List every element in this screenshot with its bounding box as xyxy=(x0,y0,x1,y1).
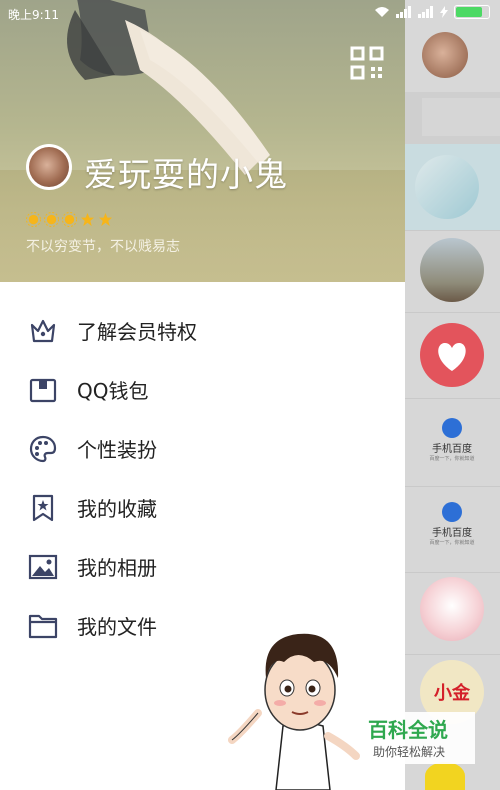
signature[interactable]: 不以穷变节，不以贱易志 xyxy=(26,236,180,256)
baidu-title: 手机百度 xyxy=(432,444,472,455)
app-root: 晚上9:11 爱玩耍的小鬼 不以穷变节，不以贱易志 了解会员特权 QQ钱包 个性… xyxy=(0,0,500,790)
signal-icon-2 xyxy=(418,6,433,18)
wifi-icon xyxy=(375,7,389,17)
sticker-text: 小金 xyxy=(434,683,470,704)
sun-icon xyxy=(62,212,77,227)
baidu-subtitle: 百度一下，你就知道 xyxy=(429,456,475,462)
avatar xyxy=(422,32,468,78)
list-item[interactable] xyxy=(405,312,500,399)
baidu-logo: 手机百度 百度一下，你就知道 xyxy=(419,418,485,462)
list-item[interactable] xyxy=(405,144,500,231)
baidu-title: 手机百度 xyxy=(432,528,472,539)
sun-icon xyxy=(26,212,41,227)
folder-icon xyxy=(28,614,58,638)
menu-item-label: 我的相册 xyxy=(77,556,157,580)
battery-icon xyxy=(454,5,490,19)
menu-item-label: 我的文件 xyxy=(77,615,157,639)
placeholder-block xyxy=(422,98,500,136)
menu-item-label: 个性装扮 xyxy=(77,438,157,462)
baidu-logo: 手机百度 百度一下，你就知道 xyxy=(419,502,485,546)
baidu-paw-icon xyxy=(442,502,462,522)
menu-item-wallet[interactable]: QQ钱包 xyxy=(0,360,405,419)
watermark: 百科全说 助你轻松解决 xyxy=(365,712,475,764)
menu-item-theme[interactable]: 个性装扮 xyxy=(0,419,405,478)
watermark-title: 百科全说 xyxy=(368,718,448,742)
menu-item-vip[interactable]: 了解会员特权 xyxy=(0,301,405,360)
wallet-icon xyxy=(29,378,57,402)
menu-item-label: 我的收藏 xyxy=(77,497,157,521)
signal-icon xyxy=(396,6,411,18)
chat-list-behind[interactable]: 手机百度 百度一下，你就知道 手机百度 百度一下，你就知道 小金 xyxy=(405,0,500,790)
avatar xyxy=(420,238,484,302)
avatar xyxy=(420,577,484,641)
bookmark-star-icon xyxy=(32,494,54,521)
level-stars[interactable] xyxy=(26,212,113,227)
list-item[interactable] xyxy=(405,572,500,655)
crown-icon xyxy=(30,319,56,342)
avatar-image xyxy=(29,147,69,187)
menu-item-album[interactable]: 我的相册 xyxy=(0,537,405,596)
list-item[interactable] xyxy=(405,230,500,313)
list-item[interactable] xyxy=(405,92,500,145)
profile-header[interactable]: 爱玩耍的小鬼 不以穷变节，不以贱易志 xyxy=(0,0,405,282)
avatar xyxy=(415,155,479,219)
palette-icon xyxy=(29,435,57,462)
status-time: 晚上9:11 xyxy=(8,8,59,22)
emoji-sticker xyxy=(425,762,465,790)
watermark-subtitle: 助你轻松解决 xyxy=(373,745,446,759)
sun-icon xyxy=(44,212,59,227)
cartoon-boy-sticker xyxy=(228,633,360,790)
photo-icon xyxy=(28,554,58,579)
list-item[interactable]: 手机百度 百度一下，你就知道 xyxy=(405,486,500,573)
menu-item-favorites[interactable]: 我的收藏 xyxy=(0,478,405,537)
star-icon xyxy=(80,212,95,227)
baidu-paw-icon xyxy=(442,418,462,438)
avatar[interactable] xyxy=(26,144,72,190)
qr-code-icon[interactable] xyxy=(350,46,384,80)
baidu-subtitle: 百度一下，你就知道 xyxy=(429,540,475,546)
charging-icon xyxy=(440,6,448,18)
avatar xyxy=(420,323,484,387)
status-icons xyxy=(374,5,490,19)
star-icon xyxy=(98,212,113,227)
list-item[interactable]: 手机百度 百度一下，你就知道 xyxy=(405,398,500,487)
nickname[interactable]: 爱玩耍的小鬼 xyxy=(84,148,288,196)
heart-icon xyxy=(438,343,466,371)
menu-item-label: QQ钱包 xyxy=(77,379,149,403)
status-bar: 晚上9:11 xyxy=(0,0,500,28)
menu-item-label: 了解会员特权 xyxy=(77,320,197,344)
